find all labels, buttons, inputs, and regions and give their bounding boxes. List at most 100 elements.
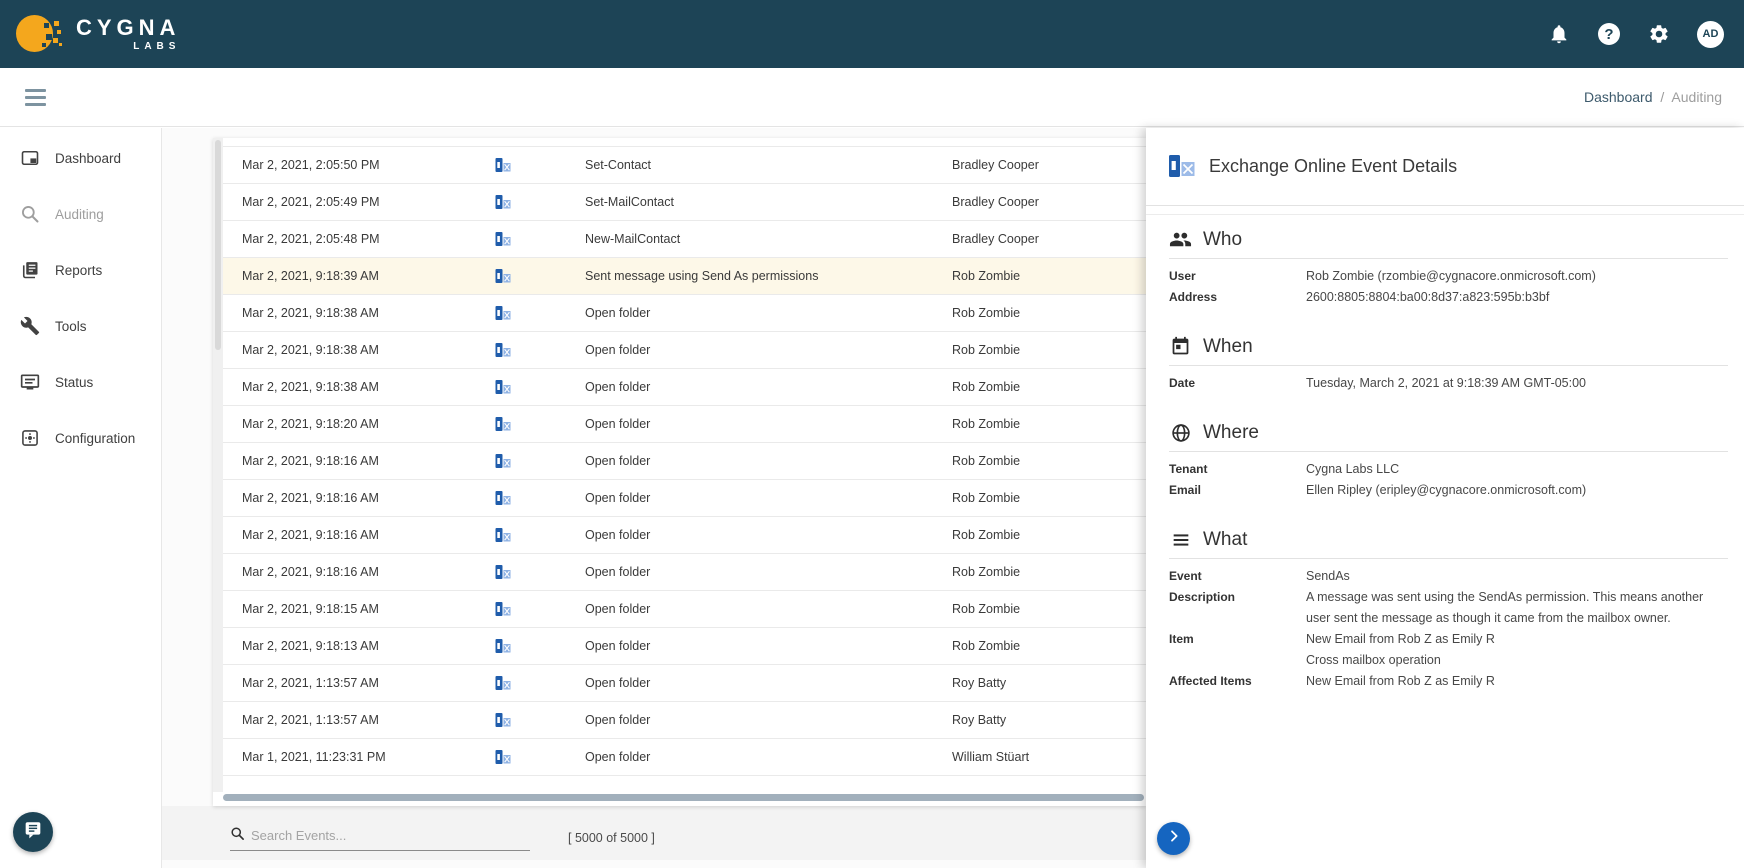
event-name: Open folder — [585, 713, 952, 727]
event-name: Open folder — [585, 565, 952, 579]
table-row[interactable]: Mar 1, 2021, 11:23:31 PMOpen folderWilli… — [223, 739, 1146, 776]
table-row[interactable]: Mar 2, 2021, 2:05:48 PMNew-MailContactBr… — [223, 221, 1146, 258]
event-name: Open folder — [585, 491, 952, 505]
table-row[interactable]: Mar 2, 2021, 9:18:16 AMOpen folderRob Zo… — [223, 517, 1146, 554]
event-user: Rob Zombie — [952, 565, 1146, 579]
exchange-online-icon — [495, 380, 585, 394]
user-avatar[interactable]: AD — [1697, 21, 1724, 48]
exchange-online-icon — [495, 232, 585, 246]
sidebar-item-dashboard[interactable]: Dashboard — [0, 130, 161, 186]
event-user: Rob Zombie — [952, 528, 1146, 542]
field-row: DescriptionA message was sent using the … — [1169, 587, 1728, 629]
event-time: Mar 2, 2021, 9:18:39 AM — [242, 269, 495, 283]
field-row: EmailEllen Ripley (eripley@cygnacore.onm… — [1169, 480, 1728, 501]
event-name: New-MailContact — [585, 232, 952, 246]
event-time: Mar 2, 2021, 9:18:38 AM — [242, 343, 495, 357]
field-label: Tenant — [1169, 459, 1306, 480]
field-label: Affected Items — [1169, 671, 1306, 692]
event-time: Mar 2, 2021, 9:18:15 AM — [242, 602, 495, 616]
section-header: Who — [1169, 228, 1728, 259]
field-value: A message was sent using the SendAs perm… — [1306, 587, 1728, 629]
exchange-online-icon — [495, 269, 585, 283]
tools-icon — [19, 315, 41, 337]
sidebar-item-auditing[interactable]: Auditing — [0, 186, 161, 242]
field-value: Ellen Ripley (eripley@cygnacore.onmicros… — [1306, 480, 1728, 501]
event-user: Bradley Cooper — [952, 158, 1146, 172]
events-table-card: Mar 2, 2021, 2:05:50 PMSet-ContactBradle… — [213, 138, 1146, 806]
table-row[interactable]: Mar 2, 2021, 9:18:16 AMOpen folderRob Zo… — [223, 480, 1146, 517]
event-name: Open folder — [585, 528, 952, 542]
table-row[interactable]: Mar 2, 2021, 9:18:38 AMOpen folderRob Zo… — [223, 369, 1146, 406]
sidebar-item-configuration[interactable]: Configuration — [0, 410, 161, 466]
brand-logo: CYGNA LABS — [16, 13, 180, 55]
event-time: Mar 2, 2021, 9:18:20 AM — [242, 417, 495, 431]
menu-icon[interactable] — [25, 89, 46, 106]
section-who: Who UserRob Zombie (rzombie@cygnacore.onm… — [1169, 228, 1728, 308]
calendar-icon — [1169, 335, 1192, 358]
section-title: What — [1203, 529, 1247, 551]
event-name: Open folder — [585, 602, 952, 616]
exchange-online-icon — [495, 639, 585, 653]
panel-sections: Who UserRob Zombie (rzombie@cygnacore.onm… — [1146, 228, 1744, 692]
breadcrumb-dashboard[interactable]: Dashboard — [1584, 89, 1653, 105]
table-row[interactable]: Mar 2, 2021, 9:18:38 AMOpen folderRob Zo… — [223, 295, 1146, 332]
table-row[interactable]: Mar 2, 2021, 1:13:57 AMOpen folderRoy Ba… — [223, 702, 1146, 739]
exchange-online-icon — [495, 491, 585, 505]
event-time: Mar 2, 2021, 2:05:50 PM — [242, 158, 495, 172]
event-user: William Stüart — [952, 750, 1146, 764]
event-name: Open folder — [585, 380, 952, 394]
reports-icon — [19, 259, 41, 281]
table-row[interactable]: Mar 2, 2021, 9:18:38 AMOpen folderRob Zo… — [223, 332, 1146, 369]
brand-name: CYGNA — [76, 17, 180, 39]
configuration-icon — [19, 427, 41, 449]
field-label: Description — [1169, 587, 1306, 608]
section-title: When — [1203, 336, 1253, 358]
exchange-online-icon — [495, 195, 585, 209]
field-value: Cross mailbox operation — [1306, 650, 1728, 671]
sidebar-item-tools[interactable]: Tools — [0, 298, 161, 354]
event-user: Roy Batty — [952, 713, 1146, 727]
gear-icon[interactable] — [1647, 22, 1671, 46]
table-row[interactable]: Mar 2, 2021, 9:18:39 AMSent message usin… — [223, 258, 1146, 295]
exchange-online-icon — [1169, 155, 1196, 178]
field-value: SendAs — [1306, 566, 1728, 587]
search-input[interactable] — [251, 828, 530, 843]
table-row[interactable]: Mar 2, 2021, 9:18:15 AMOpen folderRob Zo… — [223, 591, 1146, 628]
field-row: UserRob Zombie (rzombie@cygnacore.onmicr… — [1169, 266, 1728, 287]
sidebar-item-label: Status — [55, 375, 93, 390]
toolbar: Dashboard / Auditing — [0, 68, 1744, 127]
result-count: [ 5000 of 5000 ] — [568, 831, 655, 845]
table-row[interactable]: Mar 2, 2021, 9:18:13 AMOpen folderRob Zo… — [223, 628, 1146, 665]
breadcrumb: Dashboard / Auditing — [1584, 89, 1722, 105]
table-row[interactable]: Mar 2, 2021, 2:05:50 PMSet-ContactBradle… — [223, 147, 1146, 184]
event-name: Open folder — [585, 750, 952, 764]
chat-button[interactable] — [13, 812, 53, 852]
horizontal-scrollbar[interactable] — [223, 794, 1144, 801]
vertical-scrollbar[interactable] — [213, 138, 223, 792]
table-row[interactable]: Mar 2, 2021, 9:18:16 AMOpen folderRob Zo… — [223, 443, 1146, 480]
field-row: TenantCygna Labs LLC — [1169, 459, 1728, 480]
sidebar-item-status[interactable]: Status — [0, 354, 161, 410]
section-title: Where — [1203, 422, 1259, 444]
help-icon[interactable]: ? — [1597, 22, 1621, 46]
table-row[interactable]: Mar 2, 2021, 9:18:16 AMOpen folderRob Zo… — [223, 554, 1146, 591]
sidebar: DashboardAuditingReportsTools Status Confi… — [0, 128, 162, 868]
table-row[interactable]: Mar 2, 2021, 1:13:57 AMOpen folderRoy Ba… — [223, 665, 1146, 702]
exchange-online-icon — [495, 528, 585, 542]
exchange-online-icon — [495, 454, 585, 468]
table-row[interactable]: Mar 2, 2021, 2:05:49 PMSet-MailContactBr… — [223, 184, 1146, 221]
table-row[interactable]: Mar 2, 2021, 9:18:20 AMOpen folderRob Zo… — [223, 406, 1146, 443]
list-icon — [1169, 528, 1192, 551]
panel-header: Exchange Online Event Details — [1146, 128, 1744, 206]
exchange-online-icon — [495, 676, 585, 690]
exchange-online-icon — [495, 417, 585, 431]
exchange-online-icon — [495, 306, 585, 320]
panel-collapse-button[interactable] — [1157, 822, 1190, 855]
event-details-panel: Exchange Online Event Details Who UserRob… — [1146, 128, 1744, 868]
field-value: Cygna Labs LLC — [1306, 459, 1728, 480]
sidebar-item-reports[interactable]: Reports — [0, 242, 161, 298]
field-row: Address2600:8805:8804:ba00:8d37:a823:595… — [1169, 287, 1728, 308]
breadcrumb-separator: / — [1660, 89, 1664, 105]
bell-icon[interactable] — [1547, 22, 1571, 46]
globe-icon — [1169, 421, 1192, 444]
